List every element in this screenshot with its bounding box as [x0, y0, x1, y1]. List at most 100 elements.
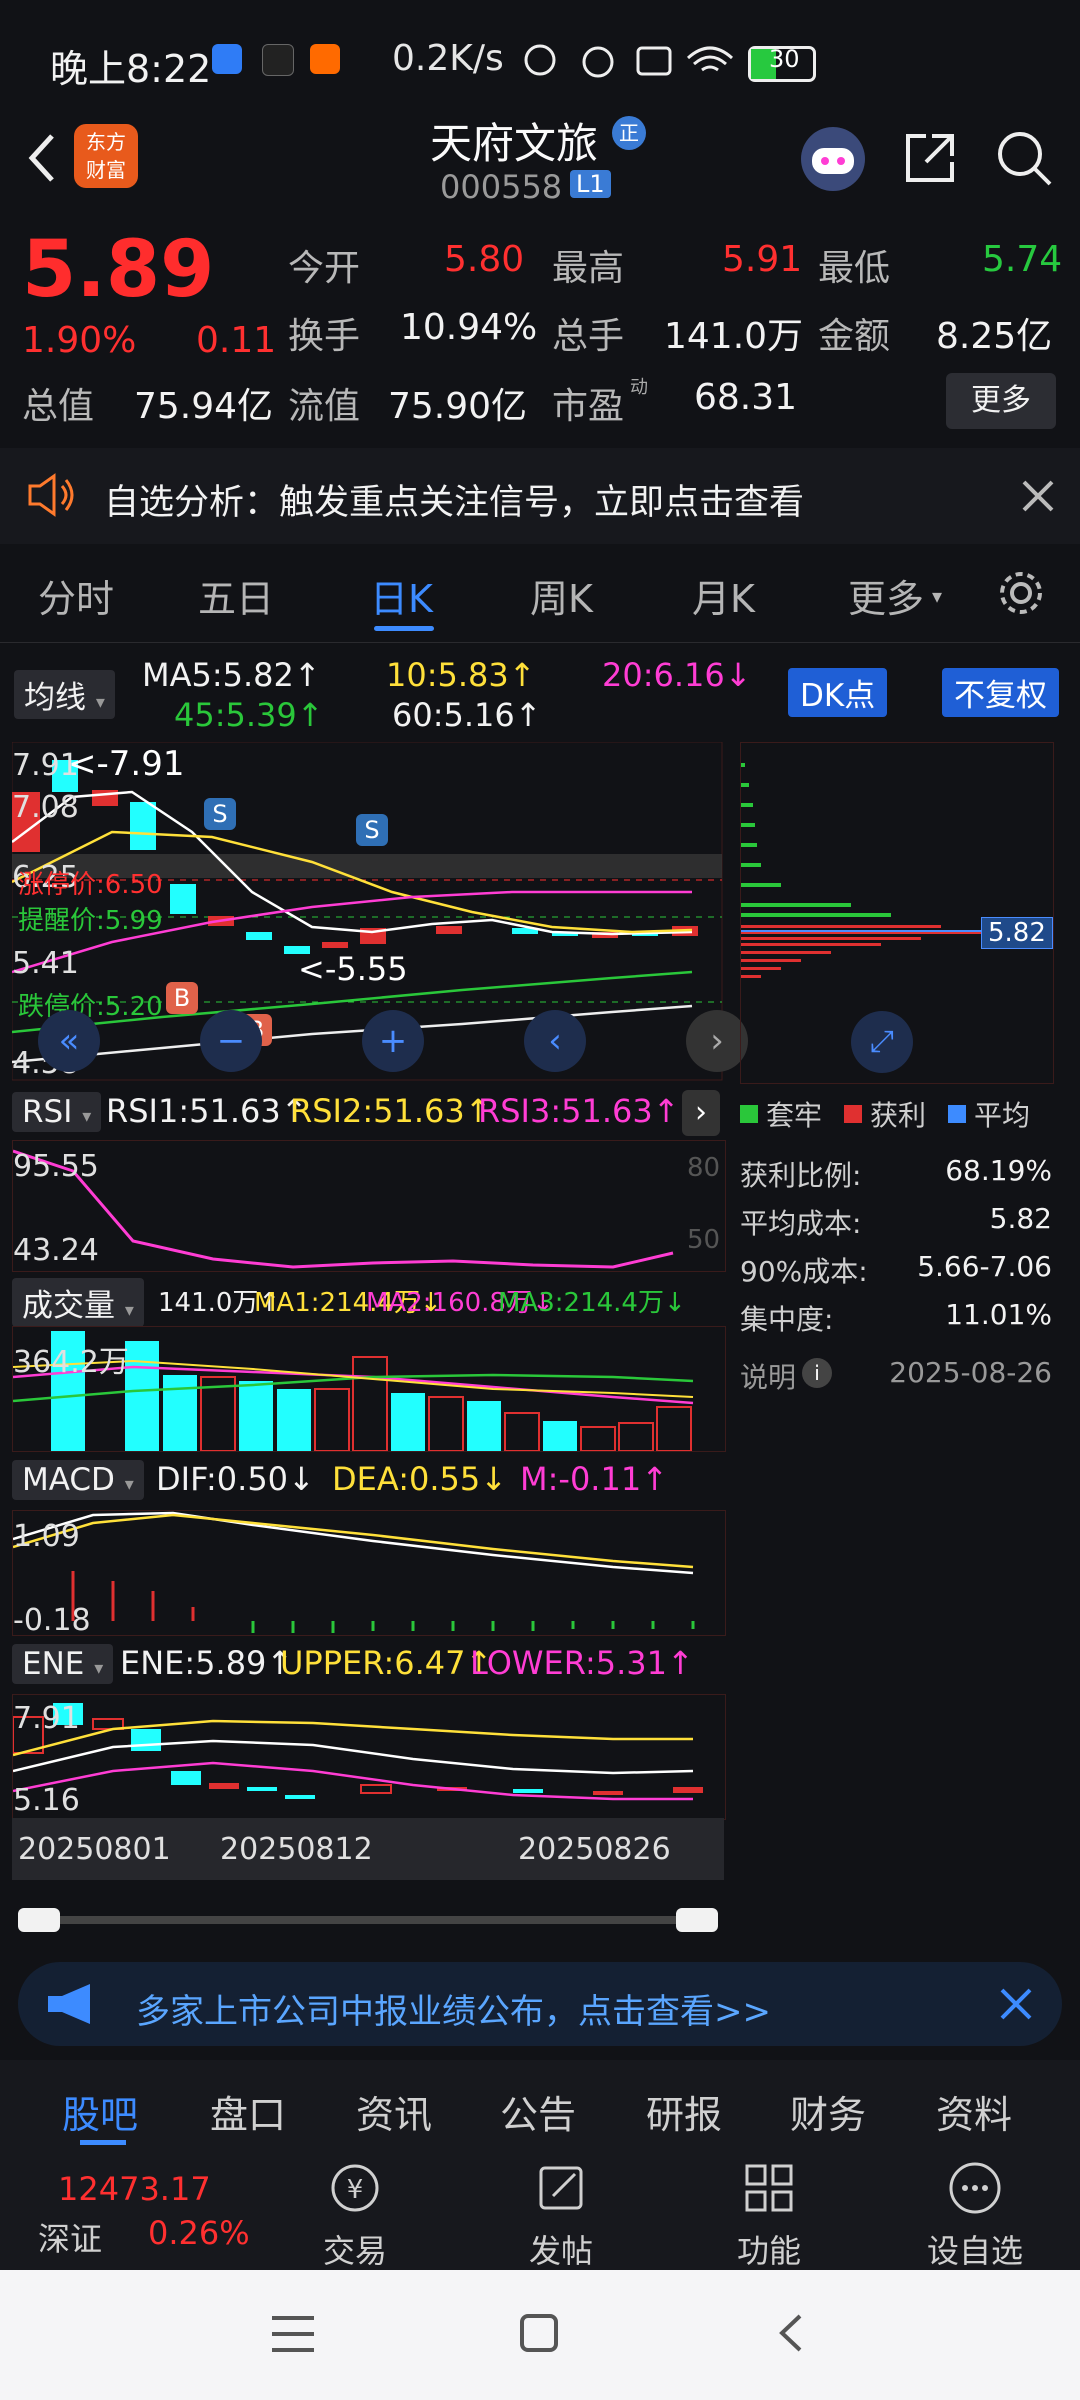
ma-chip-label: 均线 — [24, 680, 86, 716]
alert-text: 自选分析：触发重点关注信号，立即点击查看 — [104, 483, 805, 523]
level-badge[interactable]: L1 — [570, 170, 611, 198]
sell-marker[interactable]: S — [356, 814, 388, 846]
zoom-out-icon[interactable]: − — [200, 1010, 262, 1072]
turnover-label: 换手 — [288, 316, 361, 357]
rsi-chart[interactable]: 95.55 43.24 80 50 — [12, 1140, 726, 1272]
active-tab-underline — [80, 2140, 126, 2145]
cost-distribution-chart[interactable]: 5.82 ⤢ — [740, 742, 1054, 1084]
stat-date: 2025-08-26 — [889, 1356, 1052, 1389]
cost-legend: 套牢 获利 平均 — [740, 1094, 1052, 1134]
stock-header: 东方 财富 天府文旅 正 000558 L1 — [0, 110, 1080, 220]
rsi-chip[interactable]: RSI ▾ — [12, 1092, 102, 1132]
volume-chip[interactable]: 成交量 ▾ — [12, 1278, 144, 1327]
limit-up-label: 涨停价:6.50 — [18, 870, 163, 900]
logo-text: 东方 — [86, 130, 126, 154]
back-icon[interactable] — [22, 128, 62, 188]
volume-value: 141.0万 — [664, 316, 804, 357]
volume-chart[interactable]: 364.2万 — [12, 1326, 726, 1452]
rsi-level-80: 80 — [687, 1153, 721, 1183]
tab-forum[interactable]: 股吧 — [62, 2084, 138, 2139]
low-label: 最低 — [818, 248, 891, 289]
bottom-action-bar: 12473.17 深证 0.26% ¥ 交易 发帖 功能 设自选 — [0, 2150, 1080, 2270]
dk-point-button[interactable]: DK点 — [788, 668, 888, 717]
tab-weekly-k[interactable]: 周K — [530, 568, 593, 623]
ma-chip[interactable]: 均线 ▾ — [14, 670, 115, 719]
rsi3-line — [13, 1149, 674, 1269]
sell-marker[interactable]: S — [204, 798, 236, 830]
ene-chart[interactable]: 7.91 5.16 — [12, 1694, 726, 1820]
candle — [170, 884, 196, 914]
legend-swatch — [948, 1105, 967, 1123]
stat-value: 5.66-7.06 — [917, 1250, 1052, 1283]
tab-finance[interactable]: 财务 — [790, 2084, 866, 2139]
tab-five-day[interactable]: 五日 — [198, 568, 274, 623]
ene-chip[interactable]: ENE ▾ — [12, 1644, 114, 1684]
mcap-value: 75.94亿 — [134, 386, 274, 427]
functions-button[interactable]: 功能 — [704, 2150, 834, 2272]
scroll-right-icon[interactable]: › — [686, 1010, 748, 1072]
status-bar: 晚上8:22 0.2K/s 30 — [0, 0, 1080, 120]
stat-value: 5.82 — [989, 1202, 1052, 1235]
tab-news[interactable]: 资讯 — [356, 2084, 432, 2139]
index-ticker[interactable]: 12473.17 深证 0.26% — [0, 2150, 260, 2270]
tab-daily-k[interactable]: 日K — [370, 568, 433, 623]
buy-marker[interactable]: B — [166, 982, 198, 1014]
zoom-in-icon[interactable]: + — [362, 1010, 424, 1072]
post-button[interactable]: 发帖 — [496, 2150, 626, 2272]
tab-monthly-k[interactable]: 月K — [692, 568, 755, 623]
share-icon[interactable] — [900, 128, 960, 188]
tab-announcements[interactable]: 公告 — [500, 2084, 576, 2139]
robot-assistant-icon[interactable] — [798, 124, 868, 194]
macd-chip[interactable]: MACD ▾ — [12, 1460, 144, 1500]
battery-icon: 30 — [748, 45, 816, 82]
tab-research[interactable]: 研报 — [646, 2084, 722, 2139]
candle — [436, 926, 462, 934]
close-icon[interactable] — [998, 1986, 1034, 2022]
note-row: 说明 i 2025-08-26 — [740, 1356, 1052, 1396]
range-slider[interactable] — [18, 1908, 718, 1932]
tab-profile[interactable]: 资料 — [936, 2084, 1012, 2139]
macd-chart[interactable]: 1.09 -0.18 — [12, 1510, 726, 1638]
menu-icon[interactable] — [268, 2312, 318, 2356]
ma45-value: 45:5.39↑ — [174, 696, 324, 734]
info-icon[interactable]: i — [802, 1358, 832, 1388]
back-nav-icon[interactable] — [770, 2310, 810, 2356]
taobao-icon — [310, 44, 340, 74]
rsi-y-bottom: 43.24 — [13, 1233, 99, 1268]
adjust-button[interactable]: 不复权 — [942, 668, 1059, 717]
last-price: 5.89 — [22, 225, 215, 315]
gear-icon[interactable] — [996, 568, 1046, 618]
scroll-left-fast-icon[interactable]: « — [38, 1010, 100, 1072]
trade-button[interactable]: ¥ 交易 — [290, 2150, 420, 2272]
badge-icon: 正 — [612, 116, 646, 150]
kline-chart[interactable]: 7.91 <-7.91 7.08 6.25 5.41 4.58 <-5.55 涨… — [12, 742, 748, 1082]
open-label: 今开 — [288, 248, 361, 289]
slider-left-handle[interactable] — [18, 1908, 60, 1932]
home-icon[interactable] — [516, 2310, 562, 2356]
search-icon[interactable] — [994, 128, 1054, 188]
tab-orderbook[interactable]: 盘口 — [210, 2084, 286, 2139]
expand-icon[interactable]: ⤢ — [851, 1011, 913, 1073]
add-watchlist-button[interactable]: 设自选 — [910, 2150, 1040, 2272]
remind-label: 提醒价:5.99 — [18, 906, 163, 936]
close-icon[interactable] — [1020, 478, 1056, 514]
date-label: 20250801 — [18, 1832, 171, 1867]
date-label: 20250826 — [518, 1832, 671, 1867]
app-logo: 东方 财富 — [74, 124, 138, 188]
volume-legend: 成交量 ▾ 141.0万↑ MA1:214.4万↓ MA2:160.8万↓ MA… — [12, 1276, 724, 1327]
tab-more[interactable]: 更多 — [848, 568, 924, 623]
news-banner[interactable]: 多家上市公司中报业绩公布，点击查看>> — [18, 1962, 1062, 2046]
more-dots-icon — [949, 2162, 1001, 2214]
alert-bar[interactable]: 自选分析：触发重点关注信号，立即点击查看 — [0, 448, 1080, 544]
scroll-left-icon[interactable]: ‹ — [524, 1010, 586, 1072]
logo-text: 财富 — [86, 158, 126, 182]
tab-minute[interactable]: 分时 — [38, 568, 114, 623]
more-button[interactable]: 更多 — [946, 373, 1056, 429]
trade-icon: ¥ — [331, 2164, 379, 2212]
slider-right-handle[interactable] — [676, 1908, 718, 1932]
stat-value: 68.19% — [945, 1154, 1052, 1187]
expand-right-icon[interactable]: › — [682, 1090, 720, 1136]
status-time: 晚上8:22 — [50, 47, 212, 91]
candle — [322, 942, 348, 948]
edit-icon — [539, 2166, 583, 2210]
